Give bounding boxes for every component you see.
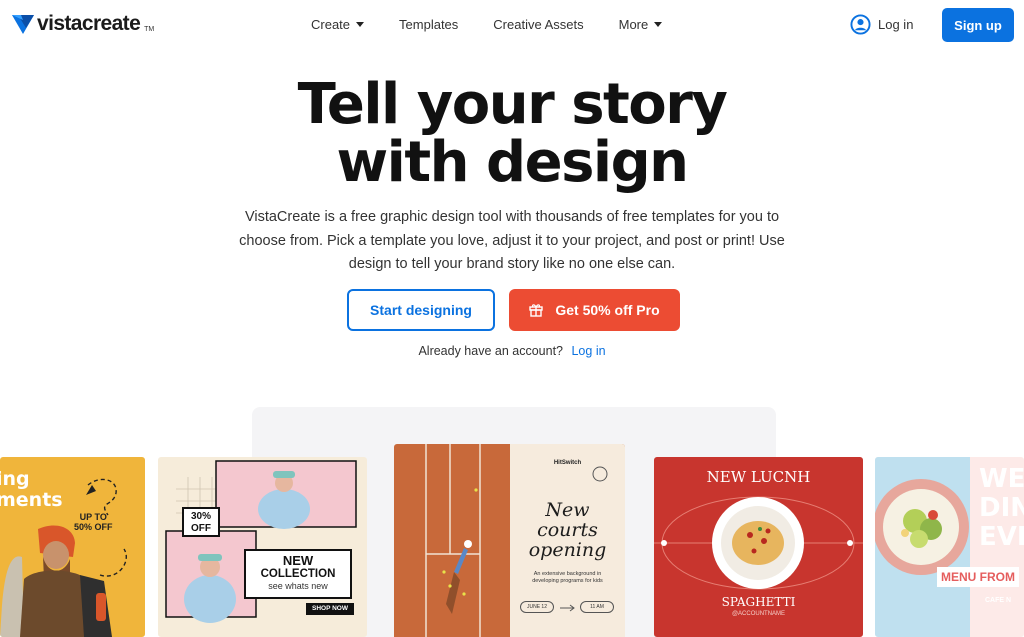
- collection-subtext: see whats new: [268, 581, 328, 591]
- signup-button[interactable]: Sign up: [942, 8, 1014, 42]
- hero-title-line2: with design: [336, 130, 689, 195]
- brand-name: vistacreate: [37, 12, 141, 35]
- dinner-headline-line3: EVE: [979, 522, 1024, 552]
- shop-now-tag: SHOP NOW: [306, 603, 354, 615]
- courts-headline-line3: opening: [528, 539, 607, 561]
- user-circle-icon: [850, 14, 871, 35]
- account-prompt: Already have an account? Log in: [0, 344, 1024, 358]
- card-title: ing ments: [0, 469, 63, 511]
- collection-line1: NEW: [282, 553, 314, 568]
- discount-badge: 30% OFF: [182, 507, 220, 537]
- dinner-photo-panel: [875, 457, 970, 637]
- template-card-new-collection[interactable]: 30% OFF NEW COLLECTION see whats new SHO…: [158, 457, 367, 637]
- dinner-headline: WE DIN EVE: [979, 465, 1024, 552]
- discount-label: UP TO 50% OFF: [74, 512, 113, 532]
- menu-item-label: More: [618, 17, 649, 32]
- collection-label: NEW COLLECTION see whats new: [244, 549, 352, 599]
- get-pro-label: Get 50% off Pro: [555, 302, 660, 318]
- badge-line1: 30%: [190, 511, 211, 522]
- menu-item-label: Create: [311, 17, 351, 32]
- dinner-menu-tag: MENU FROM: [937, 567, 1019, 587]
- template-card-lunch[interactable]: NEW LUCNH SPAGHETTI @ACCOUNTNAME: [654, 457, 863, 637]
- arrow-right-icon: [560, 604, 575, 612]
- account-prompt-text: Already have an account?: [418, 344, 563, 358]
- menu-item-label: Creative Assets: [493, 17, 584, 32]
- login-link-secondary[interactable]: Log in: [571, 344, 605, 358]
- top-navigation: vistacreate TM Create Templates Creative…: [0, 0, 1024, 50]
- get-pro-button[interactable]: Get 50% off Pro: [509, 289, 680, 331]
- collection-line2: COLLECTION: [260, 568, 336, 580]
- lunch-dish: SPAGHETTI: [721, 595, 796, 609]
- template-card-dinner[interactable]: WE DIN EVE MENU FROM CAFE N: [875, 457, 1024, 637]
- discount-line2: 50% OFF: [74, 522, 113, 532]
- vistacreate-logo-icon: [12, 15, 34, 34]
- courts-headline: New courts opening: [510, 500, 625, 560]
- login-link[interactable]: Log in: [850, 14, 913, 35]
- card-title-line1: ing: [0, 468, 30, 490]
- courts-date-pill: JUNE 12: [520, 601, 554, 613]
- salad-bowl: [875, 479, 969, 575]
- main-menu: Create Templates Creative Assets More: [311, 17, 697, 32]
- circle-decoration-icon: [592, 466, 608, 482]
- badge-line2: OFF: [191, 523, 211, 534]
- card-title-line2: ments: [0, 489, 63, 511]
- caret-down-icon: [654, 22, 663, 27]
- menu-item-templates[interactable]: Templates: [399, 17, 458, 32]
- start-designing-button[interactable]: Start designing: [347, 289, 495, 331]
- brand-logo[interactable]: vistacreate TM: [12, 12, 154, 36]
- lunch-account: @ACCOUNTNAME: [731, 611, 786, 617]
- hero-description: VistaCreate is a free graphic design too…: [239, 209, 785, 272]
- hero-title-line1: Tell your story: [297, 72, 728, 137]
- hero-title: Tell your story with design: [0, 76, 1024, 192]
- tennis-court-photo: [425, 444, 481, 637]
- dinner-headline-line2: DIN: [979, 493, 1024, 523]
- courts-headline-line2: courts: [537, 519, 598, 541]
- courts-subtext: An extensive background in developing pr…: [532, 571, 603, 584]
- menu-item-creative-assets[interactable]: Creative Assets: [493, 17, 583, 32]
- courts-time-pill: 11 AM: [580, 601, 614, 613]
- courts-text-panel: HitSwitch New courts opening An extensiv…: [510, 444, 625, 637]
- gift-icon: [529, 304, 544, 317]
- courts-headline-line1: New: [545, 499, 590, 521]
- template-card-courts[interactable]: HitSwitch New courts opening An extensiv…: [394, 444, 625, 637]
- discount-line1: UP TO: [79, 512, 107, 522]
- brand-trademark: TM: [144, 25, 155, 33]
- menu-item-label: Templates: [399, 17, 459, 32]
- menu-item-more[interactable]: More: [619, 17, 663, 32]
- menu-item-create[interactable]: Create: [311, 17, 365, 32]
- dinner-headline-line1: WE: [979, 464, 1024, 494]
- dinner-cafe-label: CAFE N: [985, 597, 1012, 604]
- template-card-outdoor[interactable]: ing ments UP TO 50% OFF: [0, 457, 145, 637]
- caret-down-icon: [356, 22, 365, 27]
- lunch-title: NEW LUCNH: [706, 468, 811, 486]
- login-label: Log in: [878, 17, 914, 32]
